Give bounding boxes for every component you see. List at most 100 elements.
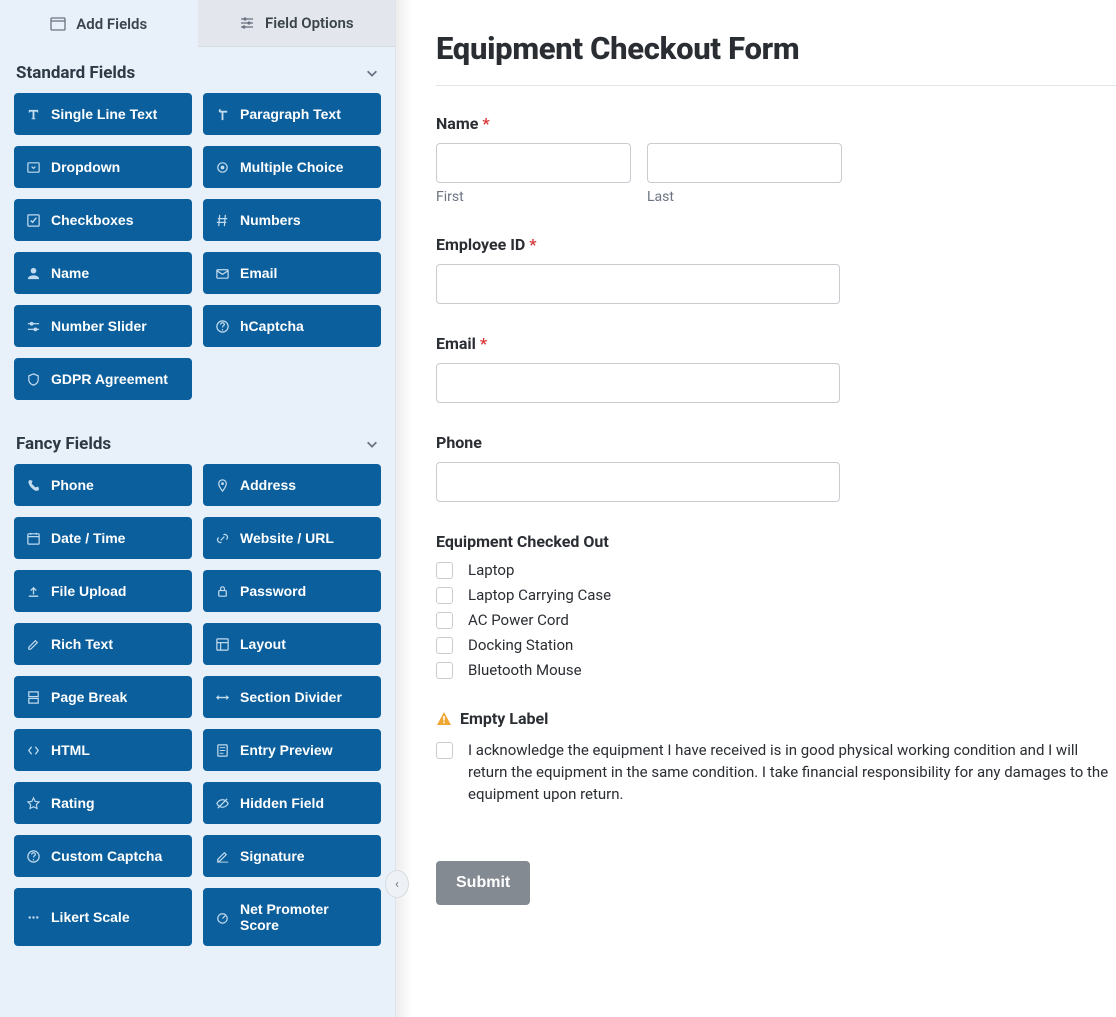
fancy-field-website-url[interactable]: Website / URL (203, 517, 381, 559)
first-name-sublabel: First (436, 189, 631, 205)
fancy-field-net-promoter-score[interactable]: Net Promoter Score (203, 888, 381, 946)
upload-icon (26, 584, 41, 599)
tab-field-options-label: Field Options (265, 14, 354, 32)
slider-icon (26, 319, 41, 334)
field-email-label: Email* (436, 334, 1116, 353)
edit-icon (26, 637, 41, 652)
preview-icon (215, 743, 230, 758)
equipment-checkbox[interactable] (436, 637, 453, 654)
employee-id-input[interactable] (436, 264, 840, 304)
code-icon (26, 743, 41, 758)
field-label: Likert Scale (51, 909, 130, 925)
field-label: Checkboxes (51, 212, 133, 228)
field-label: GDPR Agreement (51, 371, 168, 387)
fancy-field-rating[interactable]: Rating (14, 782, 192, 824)
equipment-checkbox[interactable] (436, 587, 453, 604)
equipment-checkbox[interactable] (436, 562, 453, 579)
standard-field-hcaptcha[interactable]: hCaptcha (203, 305, 381, 347)
submit-button[interactable]: Submit (436, 861, 530, 905)
field-label: HTML (51, 742, 90, 758)
radio-icon (215, 160, 230, 175)
fancy-field-entry-preview[interactable]: Entry Preview (203, 729, 381, 771)
fancy-field-file-upload[interactable]: File Upload (14, 570, 192, 612)
first-name-input[interactable] (436, 143, 631, 183)
shield-icon (26, 372, 41, 387)
acknowledge-text: I acknowledge the equipment I have recei… (468, 740, 1116, 805)
field-equipment-label: Equipment Checked Out (436, 532, 1116, 551)
field-label: Website / URL (240, 530, 334, 546)
likert-icon (26, 910, 41, 925)
paragraph-icon (215, 107, 230, 122)
tab-add-fields[interactable]: Add Fields (0, 0, 198, 47)
email-input[interactable] (436, 363, 840, 403)
field-label: Dropdown (51, 159, 120, 175)
field-label: Custom Captcha (51, 848, 162, 864)
standard-field-numbers[interactable]: Numbers (203, 199, 381, 241)
field-label: hCaptcha (240, 318, 304, 334)
section-standard-header[interactable]: Standard Fields (0, 47, 395, 93)
tab-field-options[interactable]: Field Options (198, 0, 396, 47)
field-phone: Phone (436, 433, 1116, 502)
field-label: Rich Text (51, 636, 113, 652)
question-icon (26, 849, 41, 864)
field-label: Multiple Choice (240, 159, 343, 175)
standard-field-multiple-choice[interactable]: Multiple Choice (203, 146, 381, 188)
last-name-input[interactable] (647, 143, 842, 183)
field-employee-id: Employee ID* (436, 235, 1116, 304)
field-label: Email (240, 265, 277, 281)
standard-field-number-slider[interactable]: Number Slider (14, 305, 192, 347)
fancy-field-likert-scale[interactable]: Likert Scale (14, 888, 192, 946)
equipment-option-label: Docking Station (468, 636, 573, 654)
section-standard-title: Standard Fields (16, 63, 135, 83)
standard-field-paragraph-text[interactable]: Paragraph Text (203, 93, 381, 135)
equipment-option: Bluetooth Mouse (436, 661, 1116, 679)
field-phone-label: Phone (436, 433, 1116, 452)
equipment-option-label: Laptop Carrying Case (468, 586, 611, 604)
standard-field-checkboxes[interactable]: Checkboxes (14, 199, 192, 241)
fancy-field-html[interactable]: HTML (14, 729, 192, 771)
fancy-field-phone[interactable]: Phone (14, 464, 192, 506)
mail-icon (215, 266, 230, 281)
sidebar: Add Fields Field Options Standard Fields… (0, 0, 396, 1017)
fancy-field-date-time[interactable]: Date / Time (14, 517, 192, 559)
sign-icon (215, 849, 230, 864)
fancy-field-custom-captcha[interactable]: Custom Captcha (14, 835, 192, 877)
equipment-option-label: AC Power Cord (468, 611, 569, 629)
equipment-checkbox[interactable] (436, 662, 453, 679)
field-label: Paragraph Text (240, 106, 341, 122)
nps-icon (215, 910, 230, 925)
standard-field-name[interactable]: Name (14, 252, 192, 294)
fancy-field-signature[interactable]: Signature (203, 835, 381, 877)
lock-icon (215, 584, 230, 599)
sliders-icon (239, 15, 255, 31)
standard-field-email[interactable]: Email (203, 252, 381, 294)
fancy-field-rich-text[interactable]: Rich Text (14, 623, 192, 665)
field-label: Hidden Field (240, 795, 324, 811)
fancy-field-hidden-field[interactable]: Hidden Field (203, 782, 381, 824)
fancy-field-page-break[interactable]: Page Break (14, 676, 192, 718)
standard-field-single-line-text[interactable]: Single Line Text (14, 93, 192, 135)
field-equipment: Equipment Checked Out LaptopLaptop Carry… (436, 532, 1116, 679)
field-email: Email* (436, 334, 1116, 403)
last-name-sublabel: Last (647, 189, 842, 205)
form-title: Equipment Checkout Form (436, 30, 1116, 67)
equipment-option-label: Bluetooth Mouse (468, 661, 582, 679)
fancy-field-section-divider[interactable]: Section Divider (203, 676, 381, 718)
phone-input[interactable] (436, 462, 840, 502)
equipment-option: Docking Station (436, 636, 1116, 654)
acknowledge-checkbox[interactable] (436, 742, 453, 759)
fancy-field-address[interactable]: Address (203, 464, 381, 506)
standard-field-gdpr-agreement[interactable]: GDPR Agreement (14, 358, 192, 400)
field-label: Numbers (240, 212, 301, 228)
fancy-field-password[interactable]: Password (203, 570, 381, 612)
text-icon (26, 107, 41, 122)
fancy-field-layout[interactable]: Layout (203, 623, 381, 665)
section-fancy-header[interactable]: Fancy Fields (0, 418, 395, 464)
collapse-sidebar-button[interactable]: ‹ (385, 870, 409, 898)
standard-field-dropdown[interactable]: Dropdown (14, 146, 192, 188)
sidebar-tabs: Add Fields Field Options (0, 0, 395, 47)
equipment-checkbox[interactable] (436, 612, 453, 629)
tab-add-fields-label: Add Fields (76, 15, 147, 33)
field-label: Rating (51, 795, 95, 811)
standard-fields-grid: Single Line Text Paragraph Text Dropdown Mu… (0, 93, 395, 418)
